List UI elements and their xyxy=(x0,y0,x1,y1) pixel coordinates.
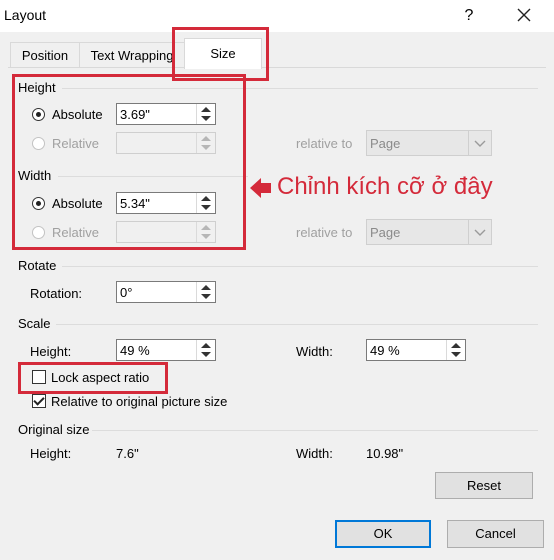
original-size-divider xyxy=(92,430,538,431)
spin-up-icon[interactable] xyxy=(201,343,211,348)
lock-aspect-label: Lock aspect ratio xyxy=(51,370,150,385)
spin-down-icon[interactable] xyxy=(201,294,211,299)
spin-down-icon[interactable] xyxy=(201,234,211,239)
help-button[interactable]: ? xyxy=(458,5,480,27)
lock-aspect-checkbox[interactable] xyxy=(32,370,46,384)
annotation-text: Chỉnh kích cỡ ở đây xyxy=(277,173,493,200)
rotate-divider xyxy=(62,266,538,267)
width-absolute-label: Absolute xyxy=(52,196,103,211)
cancel-button[interactable]: Cancel xyxy=(447,520,544,548)
width-relative-input[interactable] xyxy=(116,221,216,243)
height-absolute-input[interactable]: 3.69" xyxy=(116,103,216,125)
original-width-value: 10.98" xyxy=(366,446,404,461)
scale-height-value: 49 % xyxy=(120,343,150,358)
tab-text-wrapping[interactable]: Text Wrapping xyxy=(79,42,185,68)
spin-down-icon[interactable] xyxy=(201,205,211,210)
height-divider xyxy=(62,88,538,89)
height-absolute-value: 3.69" xyxy=(120,107,150,122)
spin-down-icon[interactable] xyxy=(451,352,461,357)
spin-up-icon[interactable] xyxy=(451,343,461,348)
width-relative-to-select[interactable]: Page xyxy=(366,219,492,245)
width-absolute-radio[interactable] xyxy=(32,197,45,210)
original-size-section-label: Original size xyxy=(18,422,90,437)
rotation-value: 0° xyxy=(120,285,133,300)
spin-up-icon[interactable] xyxy=(201,225,211,230)
height-relative-spinner[interactable] xyxy=(196,133,215,153)
height-relative-label: Relative xyxy=(52,136,99,151)
chevron-down-icon xyxy=(468,220,491,244)
rotate-section-label: Rotate xyxy=(18,258,57,273)
relative-original-checkbox[interactable] xyxy=(32,394,46,408)
scale-section-label: Scale xyxy=(18,316,51,331)
scale-width-value: 49 % xyxy=(370,343,400,358)
scale-width-input[interactable]: 49 % xyxy=(366,339,466,361)
height-relative-radio[interactable] xyxy=(32,137,45,150)
spin-down-icon[interactable] xyxy=(201,116,211,121)
scale-height-spinner[interactable] xyxy=(196,340,215,360)
rotation-spinner[interactable] xyxy=(196,282,215,302)
spin-up-icon[interactable] xyxy=(201,107,211,112)
chevron-down-icon xyxy=(468,131,491,155)
scale-width-label: Width: xyxy=(296,344,333,359)
original-height-label: Height: xyxy=(30,446,72,461)
width-divider xyxy=(58,176,248,177)
height-relative-input[interactable] xyxy=(116,132,216,154)
dialog-title: Layout xyxy=(4,7,47,23)
width-absolute-input[interactable]: 5.34" xyxy=(116,192,216,214)
spin-down-icon[interactable] xyxy=(201,145,211,150)
scale-width-spinner[interactable] xyxy=(446,340,465,360)
spin-up-icon[interactable] xyxy=(201,136,211,141)
scale-height-input[interactable]: 49 % xyxy=(116,339,216,361)
rotation-label: Rotation: xyxy=(30,286,83,301)
width-relative-radio[interactable] xyxy=(32,226,45,239)
width-relative-to-label: relative to xyxy=(296,225,353,240)
height-section-label: Height xyxy=(18,80,56,95)
width-relative-to-value: Page xyxy=(370,225,401,240)
spin-up-icon[interactable] xyxy=(201,196,211,201)
height-absolute-label: Absolute xyxy=(52,107,103,122)
rotation-input[interactable]: 0° xyxy=(116,281,216,303)
spin-up-icon[interactable] xyxy=(201,285,211,290)
scale-divider xyxy=(56,324,538,325)
close-icon xyxy=(517,8,531,22)
reset-button[interactable]: Reset xyxy=(435,472,533,499)
width-absolute-spinner[interactable] xyxy=(196,193,215,213)
relative-original-label: Relative to original picture size xyxy=(51,394,228,409)
spin-down-icon[interactable] xyxy=(201,352,211,357)
height-absolute-spinner[interactable] xyxy=(196,104,215,124)
height-relative-to-value: Page xyxy=(370,136,401,151)
width-absolute-value: 5.34" xyxy=(120,196,150,211)
height-relative-to-label: relative to xyxy=(296,136,353,151)
tab-position[interactable]: Position xyxy=(10,42,80,68)
original-height-value: 7.6" xyxy=(116,446,139,461)
arrow-left-icon xyxy=(250,177,272,202)
close-button[interactable] xyxy=(512,4,536,28)
width-relative-label: Relative xyxy=(52,225,99,240)
height-absolute-radio[interactable] xyxy=(32,108,45,121)
ok-button[interactable]: OK xyxy=(335,520,431,548)
width-section-label: Width xyxy=(18,168,52,183)
scale-height-label: Height: xyxy=(30,344,72,359)
tab-size[interactable]: Size xyxy=(184,38,262,69)
original-width-label: Width: xyxy=(296,446,333,461)
width-relative-spinner[interactable] xyxy=(196,222,215,242)
height-relative-to-select[interactable]: Page xyxy=(366,130,492,156)
